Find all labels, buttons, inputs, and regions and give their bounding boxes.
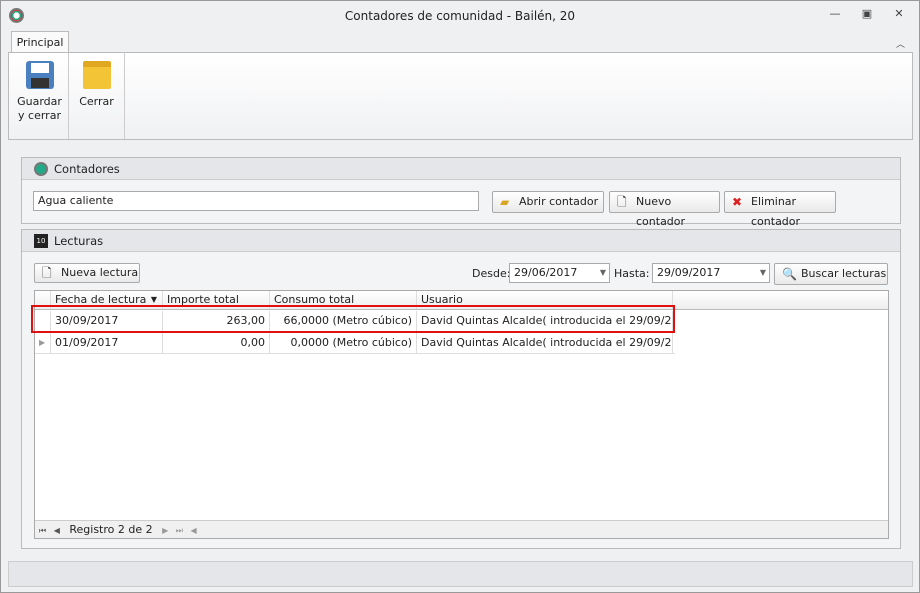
delete-icon: ✖	[732, 195, 743, 209]
tab-principal[interactable]: Principal	[11, 31, 69, 53]
status-bar	[8, 561, 913, 587]
new-meter-button[interactable]: 🗋 Nuevo contador	[609, 191, 720, 228]
last-record-icon[interactable]: ⏭	[176, 526, 183, 535]
window: Contadores de comunidad - Bailén, 20 — ▣…	[0, 0, 920, 593]
open-meter-button[interactable]: ▰ Abrir contador	[492, 191, 604, 213]
new-reading-button[interactable]: 🗋 Nueva lectura	[34, 263, 140, 283]
minimize-button[interactable]: —	[827, 7, 843, 21]
title-bar: Contadores de comunidad - Bailén, 20 — ▣…	[1, 1, 919, 31]
next-record-icon[interactable]: ▶	[162, 526, 168, 535]
prev-record-icon[interactable]: ◀	[54, 526, 60, 535]
desde-label: Desde:	[472, 267, 511, 280]
save-label-2: y cerrar	[18, 109, 61, 122]
maximize-button[interactable]: ▣	[859, 7, 875, 21]
close-label: Cerrar	[79, 95, 114, 108]
hasta-date-picker[interactable]: 29/09/2017 ▼	[652, 263, 770, 283]
folder-open-icon	[82, 61, 111, 89]
contadores-panel: Contadores Agua caliente ▰ Abrir contador…	[21, 157, 901, 228]
panel-title: Contadores	[54, 162, 120, 176]
search-readings-button[interactable]: 🔍 Buscar lecturas	[774, 263, 888, 285]
lecturas-panel: 10 Lecturas 🗋 Nueva lectura Desde: 29/06/2…	[21, 229, 901, 549]
folder-icon: ▰	[500, 195, 510, 209]
record-counter: Registro 2 de 2	[69, 523, 153, 536]
floppy-disk-icon	[25, 61, 54, 89]
hasta-label: Hasta:	[614, 267, 650, 280]
close-form-button[interactable]: Cerrar	[69, 53, 125, 139]
collapse-ribbon-icon[interactable]: ︿	[896, 37, 905, 50]
document-icon: 🗋	[42, 266, 52, 280]
save-close-button[interactable]: Guardar y cerrar	[11, 53, 69, 139]
meter-input[interactable]: Agua caliente	[33, 191, 479, 211]
highlight-box	[31, 305, 675, 333]
scroll-left-icon[interactable]: ◀	[190, 526, 196, 535]
ribbon: Guardar y cerrar Cerrar	[8, 52, 913, 140]
document-icon: 🗋	[617, 195, 627, 209]
save-label: Guardar	[17, 95, 62, 108]
close-button[interactable]: ✕	[891, 7, 907, 21]
record-navigator: ⏮ ◀ Registro 2 de 2 ▶ ⏭ ◀	[35, 520, 888, 538]
search-icon: 🔍	[782, 267, 797, 281]
table-row[interactable]: ▶ 01/09/2017 0,00 0,0000 (Metro cúbico) …	[35, 333, 675, 354]
first-record-icon[interactable]: ⏮	[39, 526, 46, 535]
row-indicator-icon: ▶	[35, 333, 51, 353]
desde-date-picker[interactable]: 29/06/2017 ▼	[509, 263, 610, 283]
meter-icon	[34, 162, 48, 176]
delete-meter-button[interactable]: ✖ Eliminar contador	[724, 191, 836, 228]
window-title: Contadores de comunidad - Bailén, 20	[344, 9, 576, 23]
counter-icon: 10	[34, 234, 48, 248]
panel-title: Lecturas	[54, 234, 104, 248]
